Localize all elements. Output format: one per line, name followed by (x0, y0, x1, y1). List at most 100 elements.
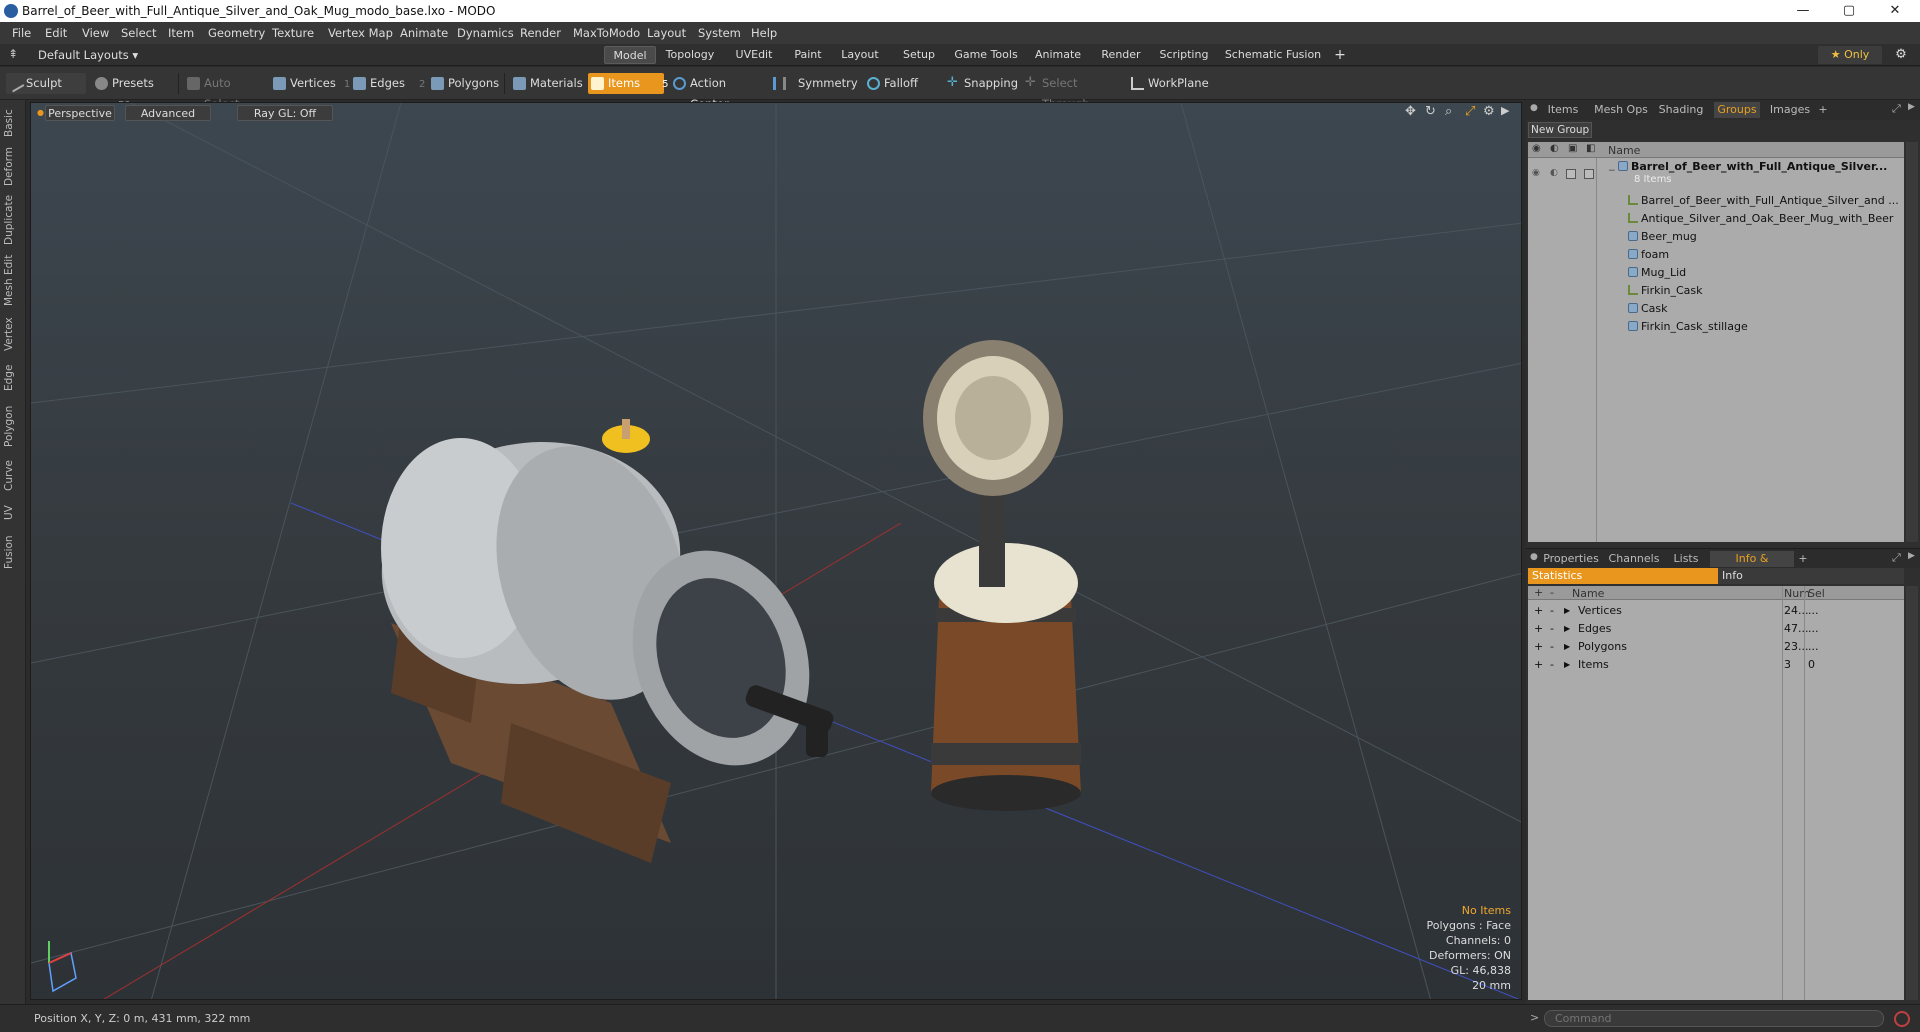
menu-texture[interactable]: Texture (272, 26, 314, 40)
maximize-button[interactable]: ▢ (1826, 0, 1872, 22)
falloff-button[interactable]: Falloff (864, 73, 938, 94)
menu-vertex-map[interactable]: Vertex Map (328, 26, 393, 40)
expand-arrow-icon[interactable]: ▶ (1564, 660, 1570, 669)
tab-paint[interactable]: Paint (788, 46, 828, 64)
tab-render[interactable]: Render (1094, 46, 1148, 64)
add-panel-tab-button[interactable]: + (1796, 551, 1810, 567)
lock-column-icon[interactable]: ▣ (1568, 143, 1577, 154)
viewport-menu-icon[interactable]: ● (37, 108, 44, 117)
tree-row-2[interactable]: Antique_Silver_and_Oak_Beer_Mug_with_Bee… (1528, 210, 1918, 228)
collapse-all-icon[interactable]: - (1550, 586, 1554, 599)
tree-row-4[interactable]: foam (1528, 246, 1918, 264)
expand-arrow-icon[interactable]: ▶ (1564, 642, 1570, 651)
menu-layout[interactable]: Layout (647, 26, 686, 40)
add-layout-tab-button[interactable]: + (1330, 46, 1350, 64)
group-row[interactable]: ◉ ◐ − Barrel_of_Beer_with_Full_Antique_S… (1528, 160, 1918, 188)
tab-model[interactable]: Model (604, 46, 656, 64)
menu-select[interactable]: Select (121, 26, 156, 40)
stats-row-polygons[interactable]: + - ▶ Polygons 23... ... (1528, 638, 1918, 656)
collapse-arrow-icon[interactable]: − (1608, 166, 1616, 176)
3d-viewport[interactable]: ● Perspective Advanced Ray GL: Off ✥ ↻ ⌕… (30, 102, 1522, 1000)
zoom-view-icon[interactable]: ⌕ (1445, 104, 1452, 119)
stats-scrollbar[interactable] (1906, 586, 1918, 1000)
shading-mode-button[interactable]: Advanced (125, 105, 211, 121)
tab-setup[interactable]: Setup (892, 46, 946, 64)
stats-num-header[interactable]: Num (1784, 587, 1810, 600)
tree-row-5[interactable]: Mug_Lid (1528, 264, 1918, 282)
presets-button[interactable]: Presets F6 (92, 73, 172, 111)
fit-view-icon[interactable]: ⤢ (1465, 104, 1475, 119)
menu-animate[interactable]: Animate (400, 26, 448, 40)
expand-arrow-icon[interactable]: ▶ (1564, 606, 1570, 615)
tab-curve[interactable]: Curve (3, 458, 23, 494)
statistics-subtab[interactable]: Statistics (1528, 568, 1718, 584)
menu-geometry[interactable]: Geometry (208, 26, 265, 40)
visibility-column-icon[interactable]: ◉ (1532, 143, 1541, 154)
tab-channels[interactable]: Channels (1606, 551, 1662, 567)
tree-row-6[interactable]: Firkin_Cask (1528, 282, 1918, 300)
settings-gear-icon[interactable]: ⚙ (1890, 46, 1912, 64)
panel-arrow-icon[interactable]: ▶ (1908, 102, 1915, 112)
select-checkbox[interactable] (1584, 169, 1594, 179)
tab-vertex[interactable]: Vertex (3, 314, 23, 354)
action-center-button[interactable]: Action Center (670, 73, 762, 111)
select-through-button[interactable]: ✛Select Through (1022, 73, 1122, 111)
tab-images[interactable]: Images (1766, 102, 1814, 118)
panel-menu-icon[interactable]: ● (1530, 103, 1538, 113)
groups-scrollbar[interactable] (1906, 142, 1918, 542)
lock-checkbox[interactable] (1566, 169, 1576, 179)
menu-maxtomodo[interactable]: MaxToModo (573, 26, 640, 40)
command-input[interactable] (1544, 1010, 1884, 1027)
expand-arrow-icon[interactable]: ▶ (1564, 624, 1570, 633)
tab-animate[interactable]: Animate (1026, 46, 1090, 64)
only-toggle[interactable]: ★ Only (1818, 46, 1882, 64)
stats-sel-header[interactable]: Sel (1808, 587, 1825, 600)
tab-polygon[interactable]: Polygon (3, 402, 23, 450)
tab-game-tools[interactable]: Game Tools (950, 46, 1022, 64)
snapping-button[interactable]: ✛ Snapping (944, 73, 1018, 94)
layout-selector[interactable]: Default Layouts ▾ (38, 48, 138, 62)
tab-shading[interactable]: Shading (1654, 102, 1708, 118)
polygons-mode-button[interactable]: Polygons (428, 73, 499, 94)
tab-topology[interactable]: Topology (660, 46, 720, 64)
menu-view[interactable]: View (82, 26, 109, 40)
panel-menu-icon[interactable]: ● (1530, 552, 1538, 562)
add-panel-tab-button[interactable]: + (1816, 102, 1830, 118)
new-group-button[interactable]: New Group (1528, 122, 1592, 138)
tab-edge[interactable]: Edge (3, 362, 23, 394)
stats-name-header[interactable]: Name (1572, 587, 1604, 600)
select-column-icon[interactable]: ◧ (1586, 143, 1595, 154)
tab-basic[interactable]: Basic (3, 106, 23, 140)
tree-row-8[interactable]: Firkin_Cask_stillage (1528, 318, 1918, 336)
viewport-settings-gear-icon[interactable]: ⚙ (1483, 104, 1495, 119)
symmetry-button[interactable]: Symmetry (770, 73, 858, 94)
menu-item[interactable]: Item (168, 26, 194, 40)
menu-render[interactable]: Render (520, 26, 561, 40)
visibility-eye-icon[interactable]: ◉ (1532, 168, 1540, 178)
expand-all-icon[interactable]: + (1534, 586, 1543, 599)
tab-mesh-ops[interactable]: Mesh Ops (1590, 102, 1652, 118)
viewport-expand-icon[interactable]: ▶ (1501, 104, 1509, 117)
tab-info-statistics[interactable]: Info & Statistics (1710, 551, 1794, 581)
edges-mode-button[interactable]: Edges 2 (350, 73, 425, 94)
tab-properties[interactable]: Properties (1540, 551, 1602, 567)
stats-row-edges[interactable]: + - ▶ Edges 47... ... (1528, 620, 1918, 638)
menu-file[interactable]: File (12, 26, 31, 40)
tab-schematic-fusion[interactable]: Schematic Fusion (1220, 46, 1326, 64)
menu-system[interactable]: System (698, 26, 741, 40)
stats-row-items[interactable]: + - ▶ Items 3 0 (1528, 656, 1918, 674)
tab-lists[interactable]: Lists (1666, 551, 1706, 567)
layout-toggle-icon[interactable]: ⇞ (8, 47, 18, 61)
stats-row-vertices[interactable]: + - ▶ Vertices 24... ... (1528, 602, 1918, 620)
panel-arrow-icon[interactable]: ▶ (1908, 551, 1915, 561)
record-icon[interactable] (1894, 1011, 1910, 1027)
raygl-button[interactable]: Ray GL: Off (237, 105, 333, 121)
tab-uvedit[interactable]: UVEdit (724, 46, 784, 64)
render-column-icon[interactable]: ◐ (1550, 143, 1559, 154)
items-mode-button[interactable]: Items 5 (588, 73, 669, 94)
menu-dynamics[interactable]: Dynamics (457, 26, 514, 40)
panel-expand-icon[interactable]: ⤢ (1892, 102, 1901, 116)
tree-row-1[interactable]: Barrel_of_Beer_with_Full_Antique_Silver_… (1528, 192, 1918, 210)
panel-expand-icon[interactable]: ⤢ (1892, 551, 1901, 565)
workplane-button[interactable]: WorkPlane (1128, 73, 1209, 94)
